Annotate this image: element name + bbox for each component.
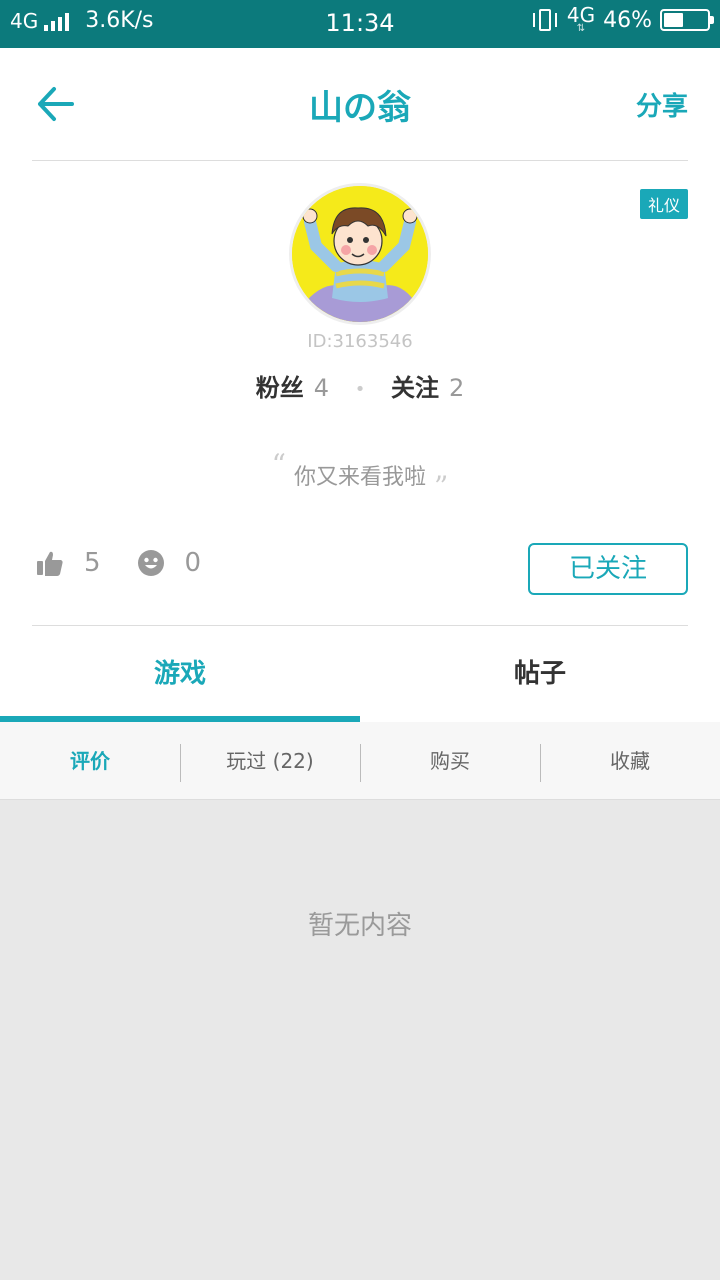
tab-posts[interactable]: 帖子 xyxy=(360,626,720,722)
status-right: 4G ⇅ 46% xyxy=(531,3,714,34)
bio-text: 你又来看我啦 xyxy=(293,465,426,490)
bio: “ 你又来看我啦 ” xyxy=(0,448,720,503)
main-tabs: 游戏 帖子 xyxy=(0,626,720,722)
like-button[interactable]: 5 xyxy=(36,548,137,578)
vibrate-icon xyxy=(531,6,559,34)
open-quote-icon: “ xyxy=(271,448,286,481)
subtab-label: 购买 xyxy=(430,749,470,773)
like-count: 5 xyxy=(84,548,101,578)
separator xyxy=(180,744,181,782)
following-stat[interactable]: 关注 2 xyxy=(391,374,464,402)
fans-stat[interactable]: 粉丝 4 xyxy=(256,374,337,402)
separator xyxy=(540,744,541,782)
mobile-data-icon: 4G ⇅ xyxy=(566,3,596,34)
smile-count: 0 xyxy=(184,548,202,578)
subtab-reviews[interactable]: 评价 xyxy=(0,722,180,800)
top-bar: 山の翁 分享 xyxy=(0,48,720,160)
separator xyxy=(360,744,361,782)
tab-games[interactable]: 游戏 xyxy=(0,626,360,722)
page-title: 山の翁 xyxy=(309,88,411,128)
subtab-purchased[interactable]: 购买 xyxy=(360,722,540,800)
subtab-favorites[interactable]: 收藏 xyxy=(540,722,720,800)
profile-header: 山の翁 分享 礼仪 ID:3163546 粉丝 4 • 关注 2 “ 你又来看我… xyxy=(0,48,720,722)
thumbs-up-icon xyxy=(37,551,63,576)
fans-label: 粉丝 xyxy=(255,374,304,402)
subtab-label: 评价 xyxy=(70,749,110,773)
close-quote-icon: ” xyxy=(434,470,449,503)
etiquette-badge[interactable]: 礼仪 xyxy=(639,189,688,219)
divider xyxy=(32,160,688,161)
following-count: 2 xyxy=(448,374,465,402)
fans-count: 4 xyxy=(313,374,330,402)
status-bar: 4G 3.6K/s 11:34 4G ⇅ 46% xyxy=(0,0,720,48)
empty-state-message: 暂无内容 xyxy=(307,911,412,941)
subtab-label: 玩过 (22) xyxy=(226,749,314,773)
battery-icon xyxy=(660,9,714,31)
avatar[interactable] xyxy=(289,183,431,325)
avatar-cartoon-image xyxy=(292,186,428,322)
following-label: 关注 xyxy=(390,374,439,402)
share-button[interactable]: 分享 xyxy=(636,86,688,123)
followed-button[interactable]: 已关注 xyxy=(528,543,688,595)
reactions: 5 0 xyxy=(36,548,237,578)
smile-button[interactable]: 0 xyxy=(137,548,238,578)
follow-stats: 粉丝 4 • 关注 2 xyxy=(0,368,720,403)
user-id: ID:3163546 xyxy=(307,331,413,352)
battery-percent: 46% xyxy=(603,7,652,33)
sub-tabs: 评价 玩过 (22) 购买 收藏 xyxy=(0,722,720,800)
subtab-played[interactable]: 玩过 (22) xyxy=(180,722,360,800)
smile-face-icon xyxy=(137,550,164,576)
separator-dot: • xyxy=(354,378,366,400)
subtab-label: 收藏 xyxy=(610,749,650,773)
